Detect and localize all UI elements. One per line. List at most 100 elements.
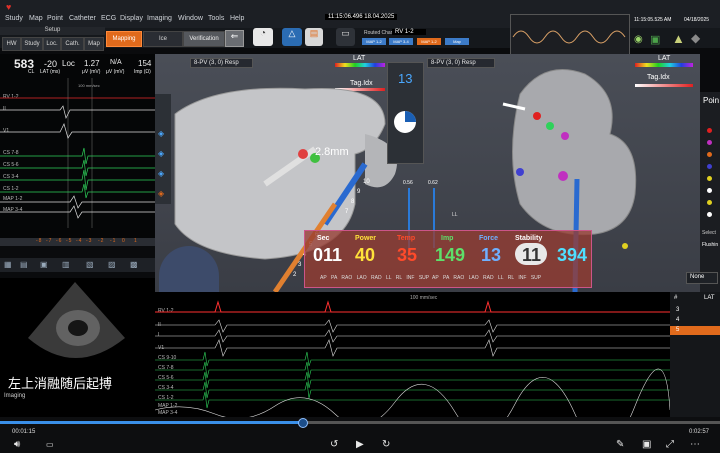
play-icon[interactable]: ▶ xyxy=(356,439,364,450)
tool-icon[interactable]: ▧ xyxy=(86,260,94,269)
routed-button-3[interactable]: MAP 1-2 xyxy=(417,38,441,45)
map-point[interactable] xyxy=(533,112,541,120)
point-swatch[interactable] xyxy=(707,188,712,193)
current-time: 00:01:15 xyxy=(12,429,36,435)
tab-cath[interactable]: Cath. xyxy=(61,37,84,51)
point-swatch[interactable] xyxy=(707,128,712,133)
tab-hw[interactable]: HW xyxy=(2,37,21,51)
routed-button-1[interactable]: MAP 1-2 xyxy=(362,38,386,45)
back-button[interactable]: ⇐ xyxy=(225,30,244,47)
more-icon[interactable]: ⋯ xyxy=(690,439,700,450)
map-point[interactable] xyxy=(561,132,569,140)
lead[interactable]: AP xyxy=(432,275,439,281)
signal-icon[interactable]: ◆ xyxy=(691,31,700,45)
lead[interactable]: LAO xyxy=(469,275,479,281)
lead[interactable]: RAD xyxy=(483,275,494,281)
map-point[interactable] xyxy=(622,243,628,249)
point-swatch[interactable] xyxy=(707,176,712,181)
routed-button-4[interactable]: Map xyxy=(445,38,469,45)
tab-loc[interactable]: Loc. xyxy=(43,37,61,51)
routed-button-2[interactable]: MAP 3-4 xyxy=(389,38,413,45)
lead[interactable]: SUP xyxy=(419,275,429,281)
lead[interactable]: LL xyxy=(498,275,503,281)
routed-channel-value[interactable]: RV 1-2 xyxy=(392,29,426,35)
lead[interactable]: LAO xyxy=(357,275,367,281)
menu-display[interactable]: Display xyxy=(120,15,143,22)
catheter-num: 10 xyxy=(363,179,370,185)
tool-icon[interactable]: ▨ xyxy=(108,260,116,269)
point-swatch[interactable] xyxy=(707,152,712,157)
tool-icon[interactable]: ▣ xyxy=(40,260,48,269)
map-point[interactable] xyxy=(546,122,554,130)
menu-study[interactable]: Study xyxy=(5,15,23,22)
forward-icon[interactable]: ↻ xyxy=(382,439,390,450)
lead[interactable]: INF xyxy=(518,275,526,281)
lower-ecg-traces xyxy=(155,300,670,417)
lead[interactable]: RAO xyxy=(341,275,352,281)
menu-point[interactable]: Point xyxy=(47,15,63,22)
lead[interactable]: RL xyxy=(508,275,514,281)
imp2-label: Imp (Ω) xyxy=(134,69,151,75)
lead[interactable]: AP xyxy=(320,275,327,281)
tool-icon[interactable]: ▦ xyxy=(4,260,12,269)
menu-map[interactable]: Map xyxy=(29,15,43,22)
tool-icon[interactable]: ◈ xyxy=(158,169,164,178)
lead[interactable]: PA xyxy=(443,275,449,281)
lead[interactable]: RAO xyxy=(453,275,464,281)
map-point[interactable] xyxy=(516,168,524,176)
menu-tools[interactable]: Tools xyxy=(208,15,224,22)
verification-button[interactable]: Verification xyxy=(183,31,225,47)
ablation-point[interactable] xyxy=(298,149,308,159)
ice-button[interactable]: Ice xyxy=(143,31,183,47)
tool-icon[interactable]: ◈ xyxy=(158,189,164,198)
menu-imaging[interactable]: Imaging xyxy=(147,15,172,22)
tool-icon[interactable]: ◈ xyxy=(158,129,164,138)
lead[interactable]: SUP xyxy=(531,275,541,281)
menu-catheter[interactable]: Catheter xyxy=(69,15,96,22)
lead[interactable]: PA xyxy=(331,275,337,281)
progress-thumb[interactable] xyxy=(298,418,309,428)
lead[interactable]: LL xyxy=(386,275,391,281)
cl-label: CL xyxy=(28,69,35,75)
map-point[interactable] xyxy=(558,171,568,181)
list-row[interactable]: 3 xyxy=(676,307,679,313)
volume-icon[interactable]: 🔊︎ xyxy=(14,439,20,450)
point-swatch[interactable] xyxy=(707,200,712,205)
point-swatch[interactable] xyxy=(707,140,712,145)
view-button[interactable]: △ xyxy=(282,28,302,46)
record-button[interactable]: ▤ xyxy=(305,28,323,46)
monitor-button[interactable]: ▭ xyxy=(336,28,355,46)
imaging-label: Imaging xyxy=(4,393,26,399)
menu-window[interactable]: Window xyxy=(178,15,203,22)
settings-icon[interactable]: ◉ xyxy=(634,34,643,45)
tool-icon[interactable]: ▥ xyxy=(62,260,70,269)
captions-icon[interactable]: ▭ xyxy=(46,440,54,449)
none-dropdown[interactable]: None xyxy=(686,272,718,284)
list-row[interactable]: 5 xyxy=(676,327,679,333)
layers-icon[interactable]: ▣ xyxy=(650,33,660,46)
menu-help[interactable]: Help xyxy=(230,15,244,22)
screen-icon[interactable]: ▣ xyxy=(642,439,651,450)
menu-ecg[interactable]: ECG xyxy=(101,15,116,22)
gauge-button[interactable]: ◔ xyxy=(253,28,273,46)
warning-icon[interactable]: ▲ xyxy=(672,31,685,46)
lead[interactable]: RAD xyxy=(371,275,382,281)
tool-icon[interactable]: ▤ xyxy=(20,260,28,269)
mapping-button[interactable]: Mapping xyxy=(106,31,142,47)
edit-icon[interactable]: ✎ xyxy=(616,439,624,450)
lead[interactable]: INF xyxy=(406,275,414,281)
point-swatch[interactable] xyxy=(707,164,712,169)
tab-study[interactable]: Study xyxy=(21,37,43,51)
tool-icon[interactable]: ▩ xyxy=(130,260,138,269)
point-swatch[interactable] xyxy=(707,212,712,217)
fullscreen-icon[interactable]: ⤢ xyxy=(666,439,674,450)
rotation-dial[interactable] xyxy=(391,108,419,136)
list-row[interactable]: 4 xyxy=(676,317,679,323)
lead[interactable]: RL xyxy=(396,275,402,281)
dropdown-value: None xyxy=(690,274,705,280)
rewind-icon[interactable]: ↺ xyxy=(330,439,338,450)
select-value[interactable]: Flushin xyxy=(702,242,720,248)
ablation-total-value: 394 xyxy=(557,245,588,265)
tab-map[interactable]: Map xyxy=(84,37,104,51)
tool-icon[interactable]: ◈ xyxy=(158,149,164,158)
